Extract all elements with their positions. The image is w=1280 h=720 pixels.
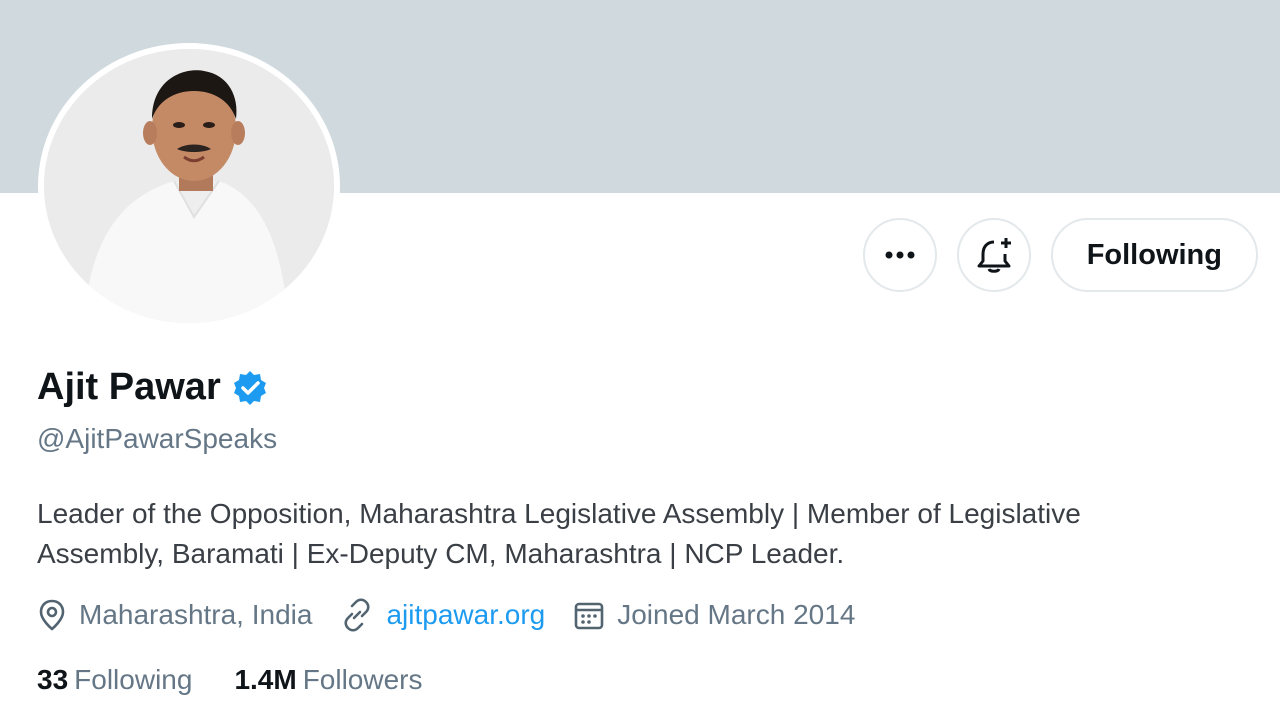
avatar[interactable]: [44, 49, 334, 323]
joined-item: Joined March 2014: [573, 599, 855, 631]
more-button[interactable]: [862, 218, 937, 292]
followers-stat[interactable]: 1.4M Followers: [234, 664, 422, 696]
profile-page: Following Ajit Pawar @AjitPawarSpeaks Le…: [0, 0, 1280, 720]
avatar-photo: [44, 49, 334, 323]
following-stat[interactable]: 33 Following: [37, 664, 192, 696]
location-text: Maharashtra, India: [79, 599, 313, 630]
profile-bio: Leader of the Opposition, Maharashtra Le…: [37, 498, 1081, 569]
following-label: Following: [74, 664, 193, 695]
website-link[interactable]: ajitpawar.org: [386, 599, 545, 631]
website-item: ajitpawar.org: [340, 598, 545, 632]
notifications-button[interactable]: [956, 218, 1031, 292]
more-icon: [885, 251, 915, 259]
following-count: 33: [37, 664, 69, 695]
location-pin-icon: [39, 599, 65, 631]
profile-name: Ajit Pawar: [37, 366, 221, 408]
bell-plus-icon: [977, 238, 1011, 273]
name-row: Ajit Pawar: [37, 366, 269, 409]
profile-handle: @AjitPawarSpeaks: [37, 423, 278, 454]
avatar-border: [38, 43, 340, 329]
verified-badge-icon[interactable]: [231, 369, 269, 407]
profile-stats: 33 Following 1.4M Followers: [37, 664, 465, 696]
profile-actions: Following: [862, 218, 1258, 292]
calendar-icon: [574, 602, 604, 630]
location-item: Maharashtra, India: [37, 598, 312, 632]
followers-label: Followers: [302, 664, 423, 695]
link-icon: [344, 598, 371, 632]
joined-text: Joined March 2014: [617, 599, 856, 630]
profile-meta: Maharashtra, India ajitpawar.org Joined …: [37, 598, 883, 632]
followers-count: 1.4M: [234, 664, 297, 695]
following-button[interactable]: Following: [1050, 218, 1258, 292]
